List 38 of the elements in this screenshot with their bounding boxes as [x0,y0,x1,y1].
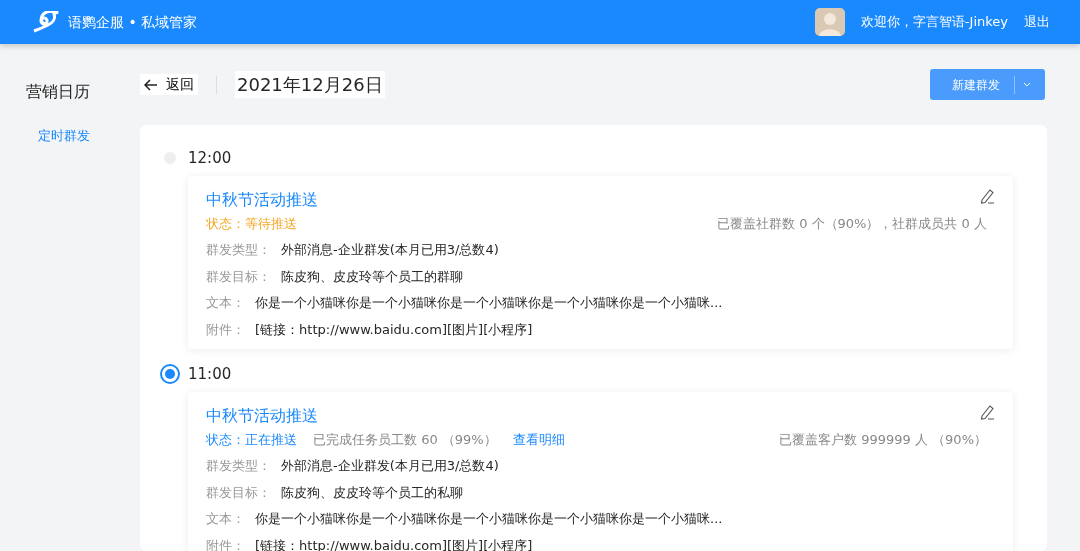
user-avatar [814,8,845,36]
time-label: 12:00 [188,148,232,169]
back-button[interactable]: 返回 [140,74,198,95]
logout-link[interactable]: 退出 [1024,12,1050,32]
task-title: 中秋节活动推送 [206,188,318,211]
field-value: 外部消息-企业群发(本月已用3/总数4) [281,241,499,259]
field-label: 群发目标： [206,483,271,502]
view-details-link[interactable]: 查看明细 [512,429,565,449]
task-title: 中秋节活动推送 [206,404,318,427]
coverage-text: 已覆盖客户数 999999 人 （90%） [779,430,987,449]
field-label: 群发类型： [206,241,271,259]
field-value: 陈皮狗、皮皮玲等个员工的私聊 [281,483,463,502]
welcome-text: 欢迎你，字言智语-Jinkey [860,13,1008,32]
field-value: 外部消息-企业群发(本月已用3/总数4) [281,457,499,475]
brand-title: 语鹦企服 • 私域管家 [68,12,198,32]
field-value: [链接：http://www.baidu.com][图片][小程序] [255,320,533,339]
field-label: 群发类型： [206,457,271,475]
task-status: 状态：等待推送 [206,214,297,233]
field-label: 文本： [206,510,245,528]
field-label: 群发目标： [206,267,271,286]
task-status: 状态：正在推送 [206,430,297,449]
field-label: 附件： [206,536,245,551]
new-broadcast-button[interactable]: 新建群发 [930,69,1045,100]
edit-icon[interactable] [979,403,995,420]
field-label: 文本： [206,294,245,312]
sidebar-title: 营销日历 [26,81,91,103]
chevron-down-icon [1023,82,1031,87]
arrow-left-icon [144,78,158,91]
date-title: 2021年12月26日 [235,71,385,98]
field-value: 你是一个小猫咪你是一个小猫咪你是一个小猫咪你是一个小猫咪你是一个小猫咪... [255,510,723,528]
field-label: 附件： [206,320,245,339]
coverage-text: 已覆盖社群数 0 个（90%），社群成员共 0 人 [717,214,987,233]
sidebar-item[interactable]: 定时群发 [38,126,90,146]
edit-icon[interactable] [979,187,995,204]
field-value: 陈皮狗、皮皮玲等个员工的群聊 [281,267,463,286]
time-label: 11:00 [188,364,232,385]
progress-text: 已完成任务员工数 60 （99%） [313,430,497,449]
field-value: 你是一个小猫咪你是一个小猫咪你是一个小猫咪你是一个小猫咪你是一个小猫咪... [255,294,723,312]
